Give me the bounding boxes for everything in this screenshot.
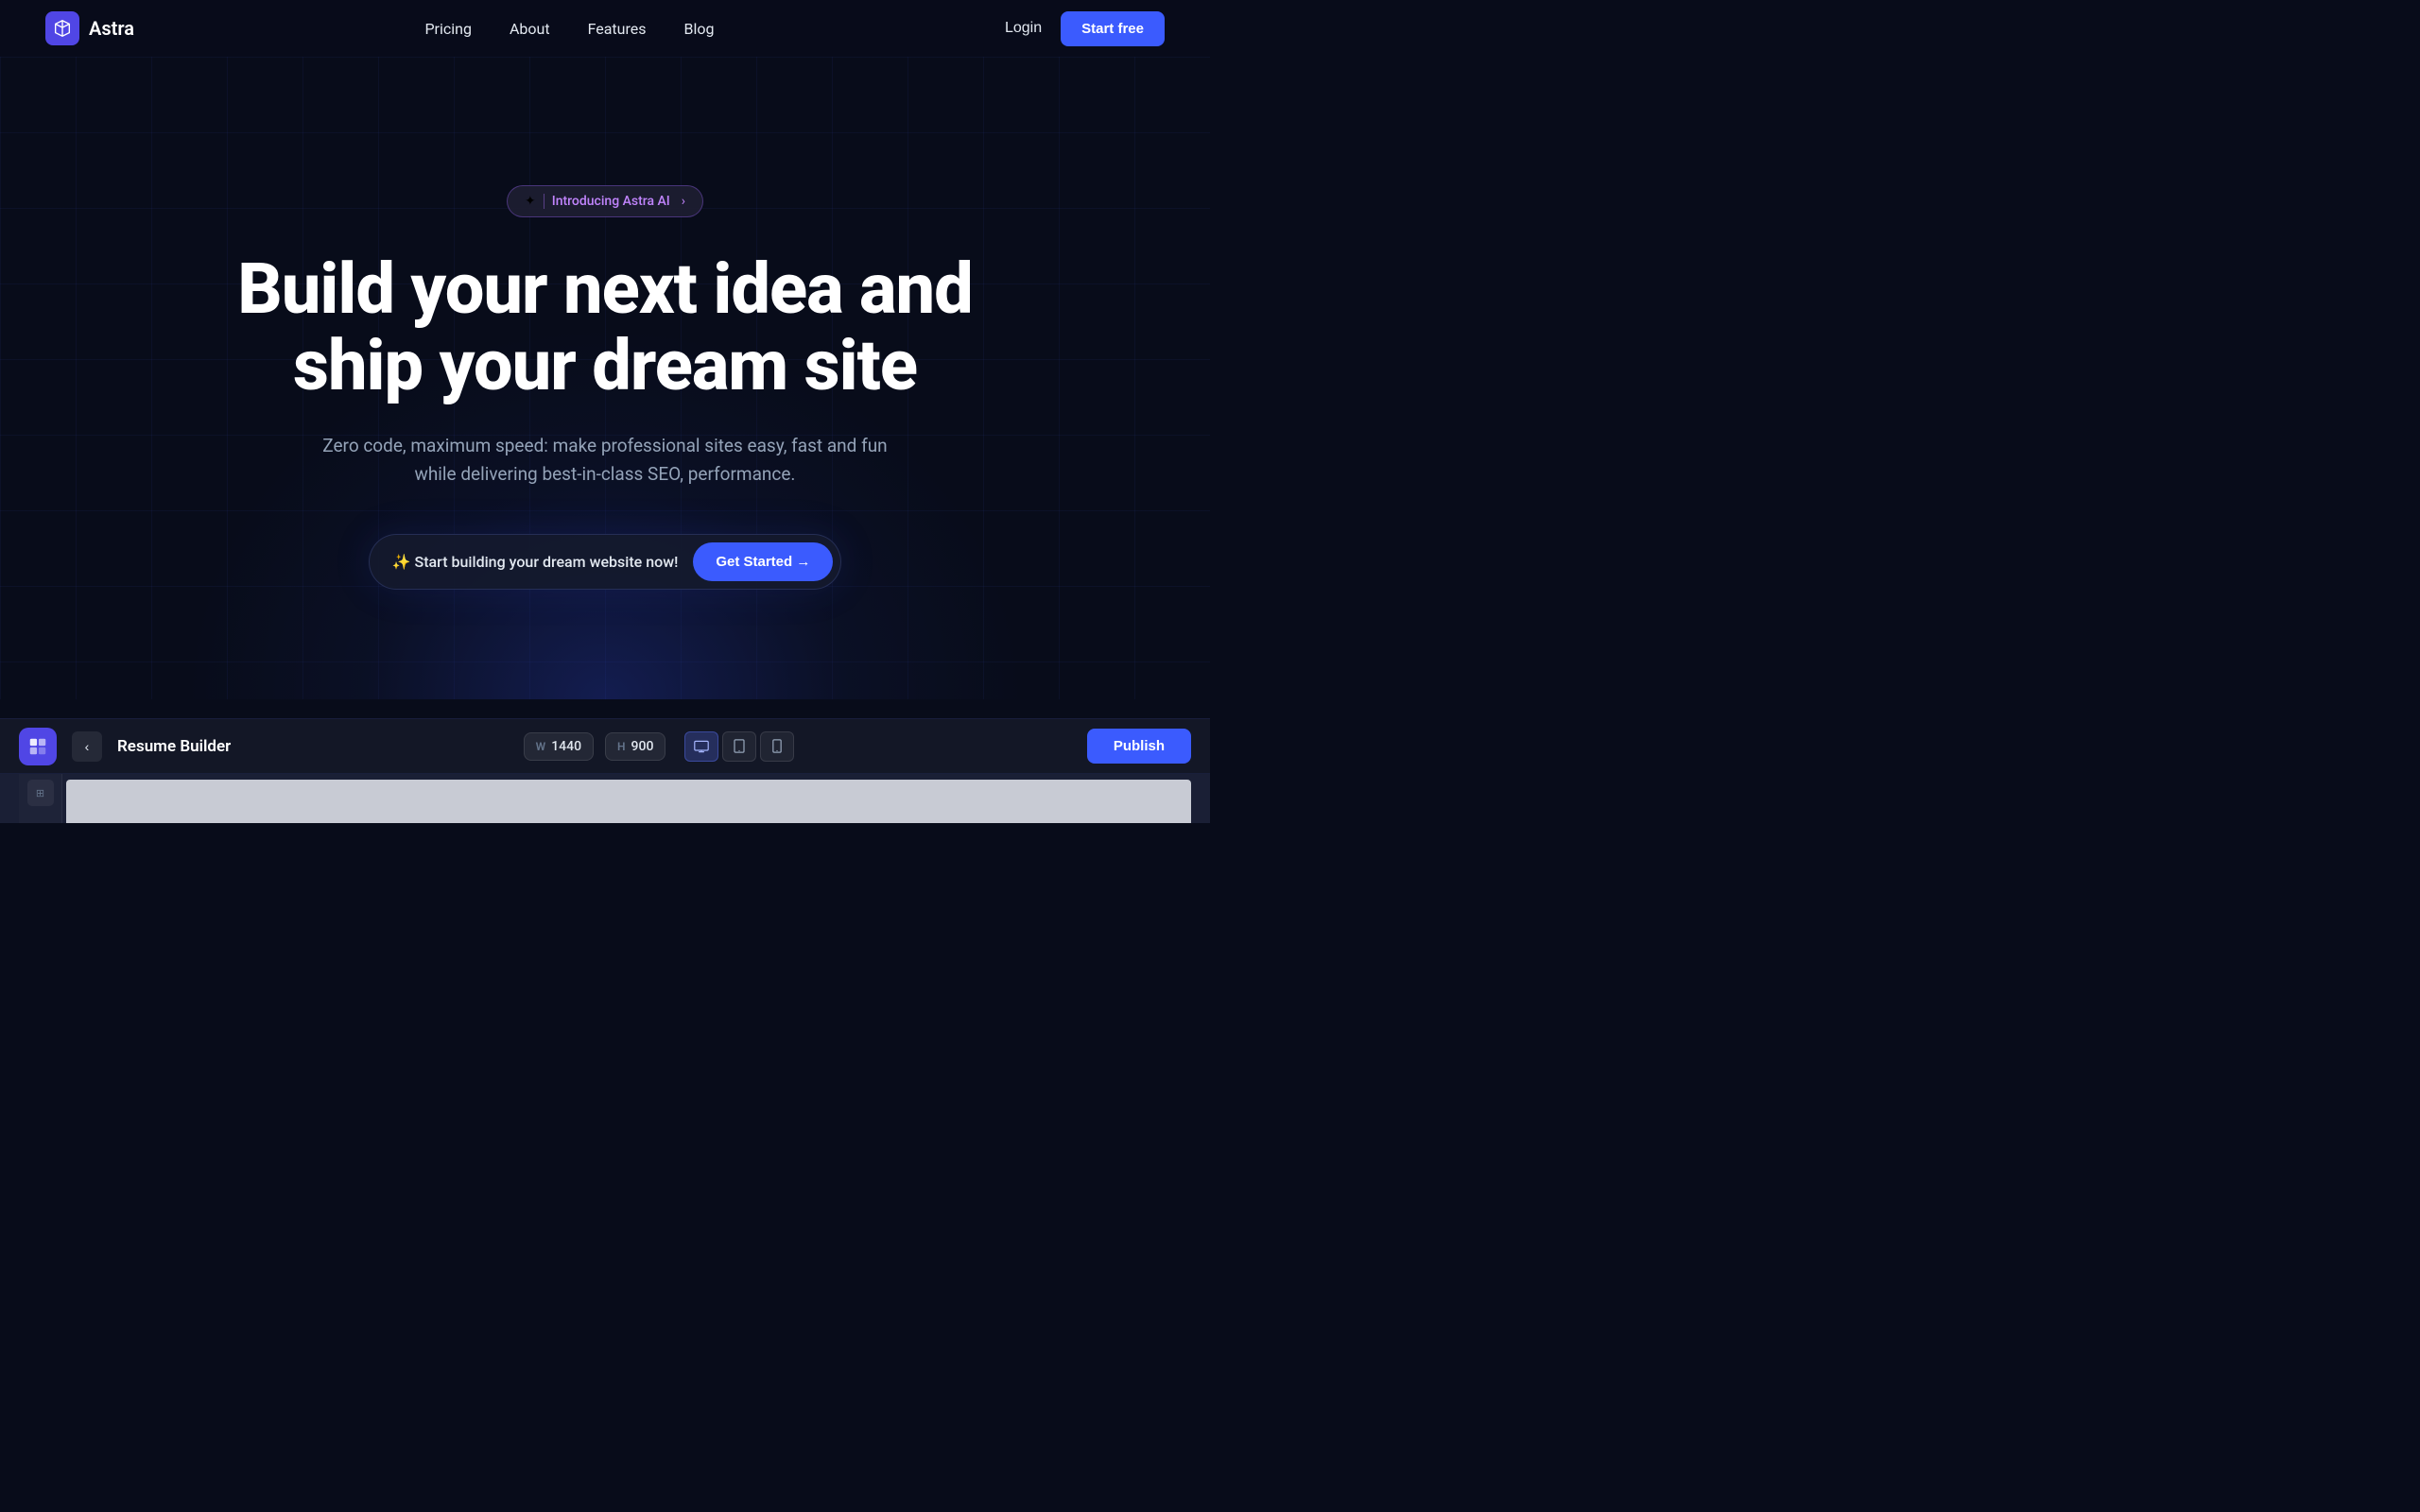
logo[interactable]: Astra [45, 11, 134, 45]
nav-link-about[interactable]: About [510, 20, 550, 38]
navbar: Astra Pricing About Features Blog Login … [0, 0, 1210, 57]
start-free-button[interactable]: Start free [1061, 11, 1165, 46]
navbar-actions: Login Start free [1005, 11, 1165, 46]
cta-text: ✨ Start building your dream website now! [392, 553, 679, 571]
sidebar-mini-icon-1[interactable]: ⊞ [27, 780, 54, 806]
hero-title: Build your next idea and ship your dream… [237, 251, 972, 405]
nav-link-features[interactable]: Features [588, 20, 647, 38]
back-button[interactable]: ‹ [72, 731, 102, 762]
height-label: H [617, 740, 626, 753]
toolbar-center: W 1440 H 900 [524, 731, 795, 762]
width-label: W [536, 740, 546, 753]
hero-subtitle: Zero code, maximum speed: make professio… [302, 432, 908, 490]
get-started-button[interactable]: Get Started → [693, 542, 833, 581]
desktop-view-button[interactable] [684, 731, 718, 762]
hero-title-line2: ship your dream site [293, 325, 917, 407]
sparkle-icon: ✦ [525, 194, 536, 209]
chevron-right-icon: › [682, 194, 685, 209]
logo-icon [45, 11, 79, 45]
cta-bar: ✨ Start building your dream website now!… [369, 534, 842, 590]
brand-name: Astra [89, 17, 134, 40]
builder-panel: ‹ Resume Builder W 1440 H 900 [0, 718, 1210, 823]
nav-link-pricing[interactable]: Pricing [424, 20, 472, 38]
badge-text: Introducing Astra AI [552, 194, 670, 209]
hero-title-line1: Build your next idea and [237, 249, 972, 331]
hero-content: ✦ Introducing Astra AI › Build your next… [237, 185, 972, 591]
mobile-view-button[interactable] [760, 731, 794, 762]
nav-links: Pricing About Features Blog [424, 20, 714, 38]
toolbar-left: ‹ Resume Builder [19, 728, 231, 765]
builder-toolbar: ‹ Resume Builder W 1440 H 900 [0, 719, 1210, 774]
height-value: 900 [631, 739, 654, 754]
device-buttons [684, 731, 794, 762]
toolbar-right: Publish [1087, 729, 1191, 764]
app-icon-button[interactable] [19, 728, 57, 765]
tablet-view-button[interactable] [722, 731, 756, 762]
builder-canvas: ⊞ [0, 774, 1210, 823]
nav-link-blog[interactable]: Blog [684, 20, 715, 38]
publish-button[interactable]: Publish [1087, 729, 1191, 764]
height-field[interactable]: H 900 [605, 732, 666, 761]
project-name: Resume Builder [117, 737, 231, 756]
width-field[interactable]: W 1440 [524, 732, 594, 761]
hero-section: ✦ Introducing Astra AI › Build your next… [0, 57, 1210, 699]
intro-badge[interactable]: ✦ Introducing Astra AI › [507, 185, 703, 217]
width-value: 1440 [551, 739, 581, 754]
login-button[interactable]: Login [1005, 20, 1042, 37]
